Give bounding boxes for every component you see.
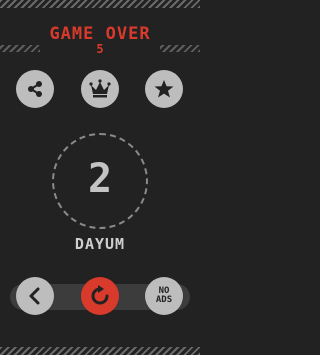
result-message: DAYUM [74,235,126,253]
bottom-hatch-border [0,347,200,355]
share-icon [28,81,42,97]
current-score: 2 [87,156,113,202]
star-icon [154,80,174,98]
leaderboard-button[interactable] [81,70,119,108]
top-hatch-border [0,0,200,8]
restart-button[interactable] [81,277,119,315]
game-over-title: GAME OVER [49,24,151,44]
chevron-left-icon [29,287,40,305]
restart-icon [91,285,109,305]
crown-icon [89,79,111,98]
share-button[interactable] [16,70,54,108]
best-score-label: 5 [96,42,104,56]
no-ads-button[interactable]: NO ADS [145,277,183,315]
rate-button[interactable] [145,70,183,108]
back-button[interactable] [16,277,54,315]
no-ads-label: NO ADS [155,286,173,305]
